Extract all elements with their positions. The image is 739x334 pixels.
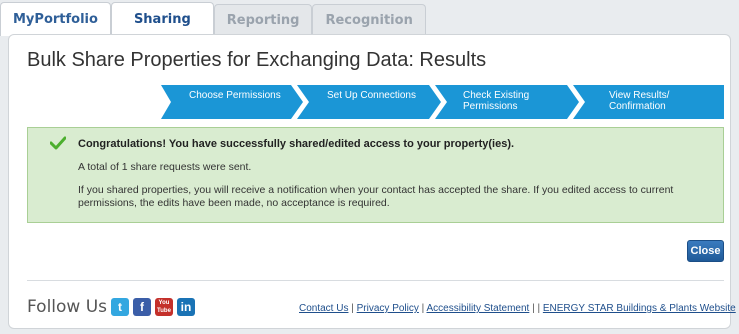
tab-bar: MyPortfolio Sharing Reporting Recognitio… bbox=[0, 0, 426, 36]
tab-myportfolio[interactable]: MyPortfolio bbox=[0, 2, 111, 36]
footer-divider bbox=[27, 280, 724, 281]
tab-sharing[interactable]: Sharing bbox=[110, 2, 214, 36]
success-message-box: Congratulations! You have successfully s… bbox=[27, 127, 724, 223]
linkedin-icon[interactable]: in bbox=[177, 298, 195, 316]
content-card: Bulk Share Properties for Exchanging Dat… bbox=[8, 34, 736, 329]
success-title: Congratulations! You have successfully s… bbox=[78, 138, 515, 150]
progress-steps: Choose Permissions Set Up Connections Ch… bbox=[161, 85, 724, 119]
step-1-label: Choose Permissions bbox=[189, 90, 281, 101]
energy-star-website-link[interactable]: ENERGY STAR Buildings & Plants Website bbox=[543, 303, 736, 314]
notification-text: If you shared properties, you will recei… bbox=[78, 184, 674, 209]
twitter-icon[interactable]: t bbox=[111, 298, 129, 316]
privacy-policy-link[interactable]: Privacy Policy bbox=[357, 303, 419, 314]
step-3-label: Check Existing Permissions bbox=[463, 90, 530, 112]
step-4-label: View Results/ Confirmation bbox=[609, 90, 670, 112]
youtube-icon[interactable]: You Tube bbox=[155, 298, 173, 316]
step-2-label: Set Up Connections bbox=[327, 90, 416, 101]
tab-reporting[interactable]: Reporting bbox=[213, 4, 313, 36]
footer-links: Contact Us | Privacy Policy | Accessibil… bbox=[299, 303, 736, 314]
close-button[interactable]: Close bbox=[687, 240, 724, 262]
contact-us-link[interactable]: Contact Us bbox=[299, 303, 348, 314]
follow-us-label: Follow Us bbox=[27, 297, 108, 317]
accessibility-statement-link[interactable]: Accessibility Statement bbox=[427, 303, 530, 314]
tab-recognition[interactable]: Recognition bbox=[312, 4, 426, 36]
facebook-icon[interactable]: f bbox=[133, 298, 151, 316]
share-count-text: A total of 1 share requests were sent. bbox=[78, 161, 252, 173]
checkmark-icon bbox=[50, 136, 66, 150]
page-title: Bulk Share Properties for Exchanging Dat… bbox=[27, 49, 487, 71]
